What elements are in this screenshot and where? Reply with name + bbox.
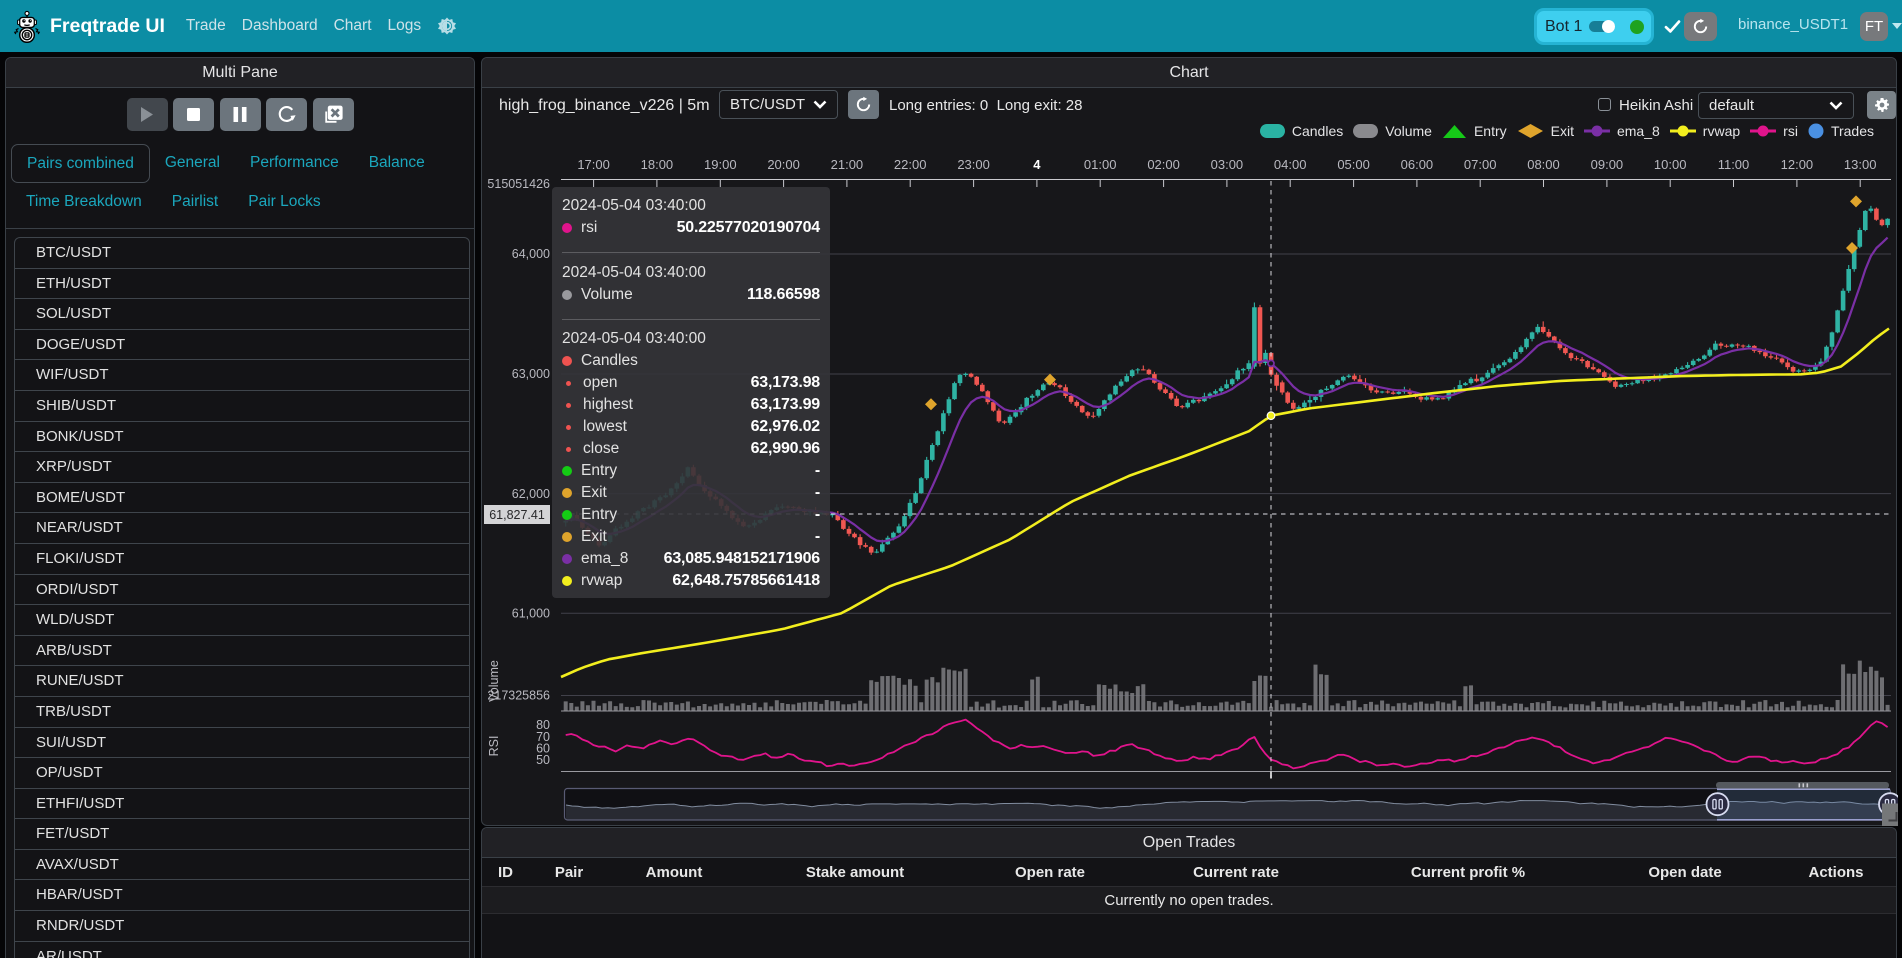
svg-text:61,000: 61,000 <box>512 606 550 620</box>
svg-text:64,000: 64,000 <box>512 247 550 261</box>
svg-text:515051426: 515051426 <box>487 177 550 191</box>
svg-text:06:00: 06:00 <box>1401 157 1434 172</box>
svg-text:22:00: 22:00 <box>894 157 927 172</box>
svg-text:23:00: 23:00 <box>957 157 990 172</box>
svg-text:07:00: 07:00 <box>1464 157 1497 172</box>
svg-text:50: 50 <box>536 753 550 767</box>
svg-text:02:00: 02:00 <box>1147 157 1180 172</box>
svg-text:05:00: 05:00 <box>1337 157 1370 172</box>
svg-text:08:00: 08:00 <box>1527 157 1560 172</box>
svg-text:4: 4 <box>1033 157 1041 172</box>
svg-text:01:00: 01:00 <box>1084 157 1117 172</box>
svg-text:62,000: 62,000 <box>512 487 550 501</box>
svg-text:18:00: 18:00 <box>641 157 674 172</box>
svg-text:17:00: 17:00 <box>577 157 610 172</box>
svg-text:19:00: 19:00 <box>704 157 737 172</box>
svg-text:10:00: 10:00 <box>1654 157 1687 172</box>
svg-text:04:00: 04:00 <box>1274 157 1307 172</box>
svg-text:13:00: 13:00 <box>1844 157 1877 172</box>
svg-text:09:00: 09:00 <box>1591 157 1624 172</box>
svg-text:12:00: 12:00 <box>1781 157 1814 172</box>
svg-text:Volume: Volume <box>487 660 501 702</box>
svg-text:RSI: RSI <box>487 736 501 757</box>
svg-text:63,000: 63,000 <box>512 367 550 381</box>
svg-text:11:00: 11:00 <box>1718 157 1750 172</box>
svg-text:20:00: 20:00 <box>767 157 800 172</box>
svg-text:03:00: 03:00 <box>1211 157 1244 172</box>
svg-text:21:00: 21:00 <box>831 157 864 172</box>
